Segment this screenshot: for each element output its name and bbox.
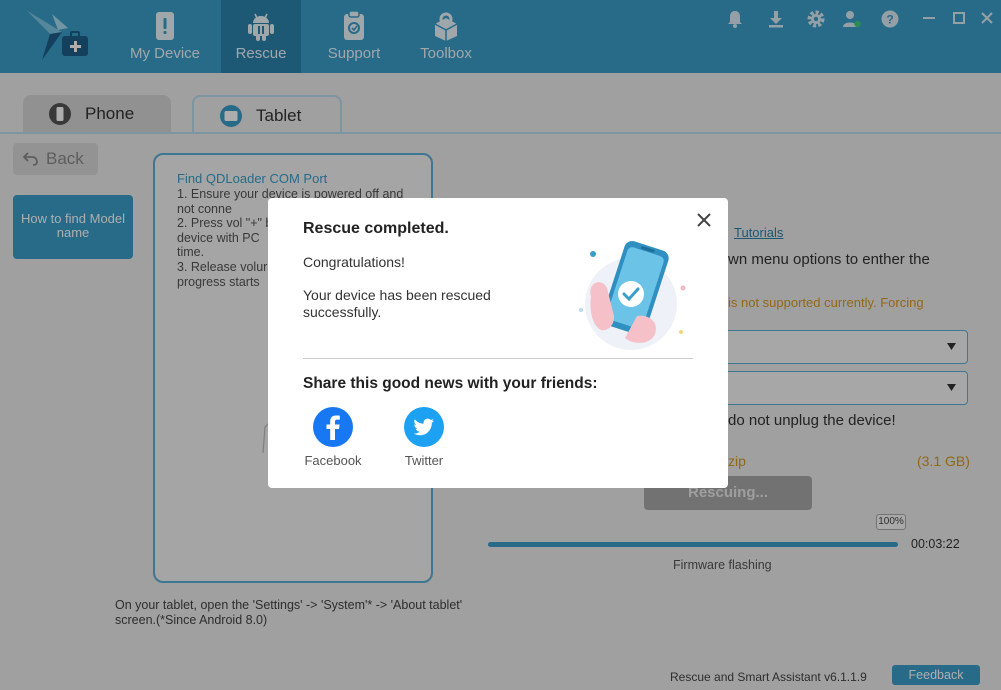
- share-title: Share this good news with your friends:: [303, 375, 598, 392]
- share-label: Twitter: [404, 453, 444, 468]
- share-facebook-button[interactable]: Facebook: [303, 406, 363, 468]
- rescue-completed-dialog: Rescue completed. Congratulations! Your …: [268, 198, 728, 488]
- dialog-divider: [303, 358, 693, 359]
- twitter-icon: [404, 407, 444, 447]
- dialog-title: Rescue completed.: [303, 220, 449, 237]
- dialog-message: Your device has been rescued successfull…: [303, 287, 491, 320]
- close-icon[interactable]: [696, 212, 712, 228]
- facebook-icon: [313, 407, 353, 447]
- share-label: Facebook: [304, 453, 362, 468]
- share-twitter-button[interactable]: Twitter: [394, 406, 454, 468]
- dialog-congrats: Congratulations!: [303, 254, 405, 270]
- phone-success-illustration: [579, 241, 686, 350]
